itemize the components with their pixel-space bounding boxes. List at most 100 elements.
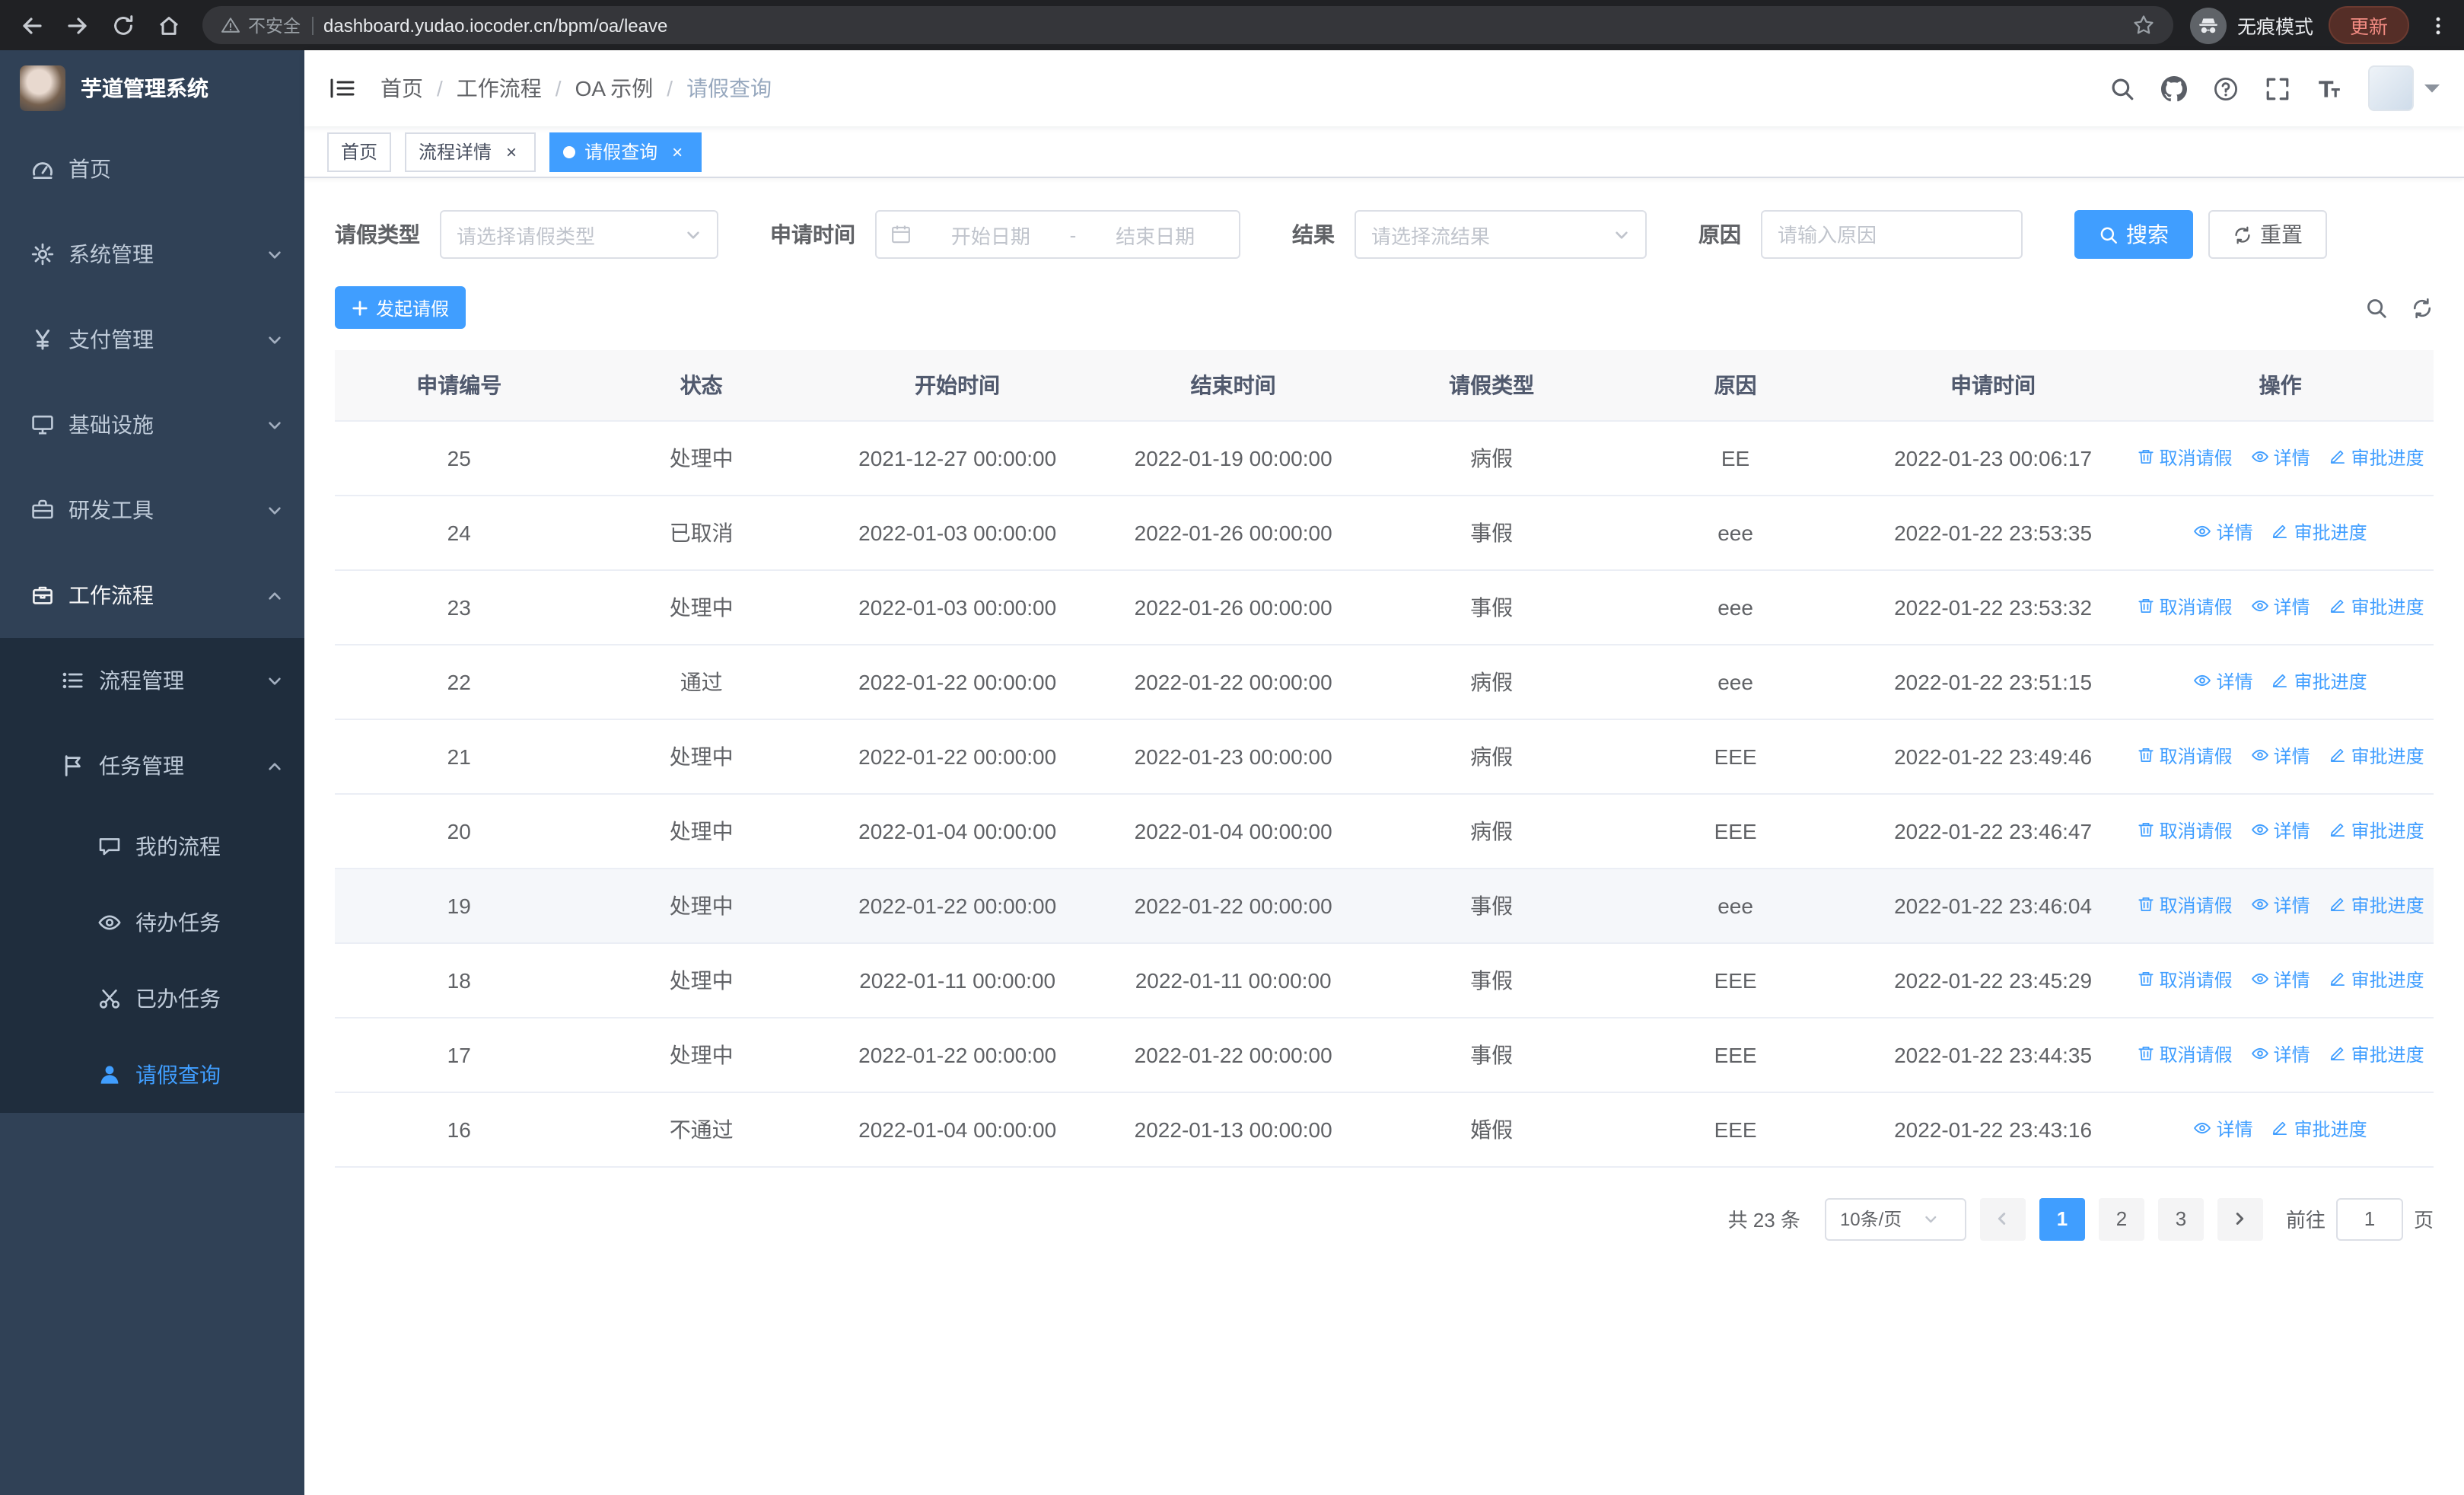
column-header: 开始时间 bbox=[819, 350, 1096, 421]
help-icon[interactable] bbox=[2213, 75, 2239, 101]
detail-link[interactable]: 详情 bbox=[2251, 594, 2310, 620]
tab-leave-query[interactable]: 请假查询 × bbox=[549, 132, 702, 171]
detail-link[interactable]: 详情 bbox=[2251, 1041, 2310, 1067]
cancel-leave-link[interactable]: 取消请假 bbox=[2137, 743, 2233, 769]
sidebar-item-system-management[interactable]: 系统管理 bbox=[0, 212, 304, 297]
dashboard-icon bbox=[30, 157, 55, 181]
action-label: 取消请假 bbox=[2159, 745, 2233, 767]
detail-link[interactable]: 详情 bbox=[2194, 519, 2253, 545]
breadcrumb-item[interactable]: 首页 bbox=[380, 73, 423, 104]
approval-progress-link[interactable]: 审批进度 bbox=[2329, 594, 2424, 620]
security-warning[interactable]: 不安全 bbox=[221, 13, 301, 37]
sidebar-item-dev-tools[interactable]: 研发工具 bbox=[0, 467, 304, 553]
chevron-down-icon bbox=[266, 246, 283, 263]
approval-progress-link[interactable]: 审批进度 bbox=[2329, 967, 2424, 993]
create-leave-button[interactable]: 发起请假 bbox=[335, 286, 466, 329]
close-icon[interactable]: × bbox=[667, 141, 688, 162]
approval-progress-link[interactable]: 审批进度 bbox=[2271, 668, 2367, 694]
home-icon[interactable] bbox=[149, 5, 189, 45]
refresh-table-icon[interactable] bbox=[2411, 296, 2434, 319]
reload-icon[interactable] bbox=[103, 5, 143, 45]
sidebar-item-process-management[interactable]: 流程管理 bbox=[0, 638, 304, 723]
chevron-down-icon bbox=[1613, 226, 1630, 243]
search-button[interactable]: 搜索 bbox=[2074, 210, 2193, 259]
approval-progress-link[interactable]: 审批进度 bbox=[2271, 519, 2367, 545]
reason-input[interactable] bbox=[1761, 210, 2023, 259]
cancel-leave-link[interactable]: 取消请假 bbox=[2137, 818, 2233, 843]
action-label: 审批进度 bbox=[2351, 894, 2424, 916]
close-icon[interactable]: × bbox=[501, 141, 522, 162]
leave-table: 申请编号 状态 开始时间 结束时间 请假类型 原因 申请时间 操作 25 处理中 2021-12-… bbox=[335, 350, 2434, 1167]
goto-unit: 页 bbox=[2413, 1209, 2434, 1232]
sidebar-toggle-icon[interactable] bbox=[329, 75, 356, 102]
cell-type: 事假 bbox=[1370, 942, 1612, 1018]
next-page-button[interactable] bbox=[2217, 1197, 2263, 1240]
github-icon[interactable] bbox=[2161, 75, 2187, 101]
result-select[interactable]: 请选择流结果 bbox=[1355, 210, 1647, 259]
sidebar-item-my-processes[interactable]: 我的流程 bbox=[0, 808, 304, 885]
cancel-leave-link[interactable]: 取消请假 bbox=[2137, 445, 2233, 470]
sidebar-item-label: 研发工具 bbox=[68, 498, 154, 522]
breadcrumb-item[interactable]: 工作流程 bbox=[457, 73, 542, 104]
bookmark-star-icon[interactable] bbox=[2132, 14, 2155, 37]
cancel-leave-link[interactable]: 取消请假 bbox=[2137, 594, 2233, 620]
chevron-left-icon bbox=[1994, 1210, 2011, 1227]
sidebar-item-home[interactable]: 首页 bbox=[0, 126, 304, 212]
cell-actions: 取消请假 详情 审批进度 bbox=[2127, 569, 2434, 645]
toggle-search-icon[interactable] bbox=[2365, 296, 2388, 319]
user-menu[interactable] bbox=[2368, 65, 2440, 111]
approval-progress-link[interactable]: 审批进度 bbox=[2271, 1116, 2367, 1142]
detail-link[interactable]: 详情 bbox=[2194, 1116, 2253, 1142]
result-label: 结果 bbox=[1292, 222, 1335, 247]
logo[interactable]: 芋道管理系统 bbox=[0, 50, 304, 126]
approval-progress-link[interactable]: 审批进度 bbox=[2329, 445, 2424, 470]
sidebar-item-payment-management[interactable]: 支付管理 bbox=[0, 297, 304, 382]
reset-button[interactable]: 重置 bbox=[2208, 210, 2327, 259]
refresh-icon bbox=[2233, 225, 2252, 244]
cancel-leave-link[interactable]: 取消请假 bbox=[2137, 967, 2233, 993]
font-size-icon[interactable] bbox=[2316, 75, 2342, 101]
sidebar-item-done-tasks[interactable]: 已办任务 bbox=[0, 961, 304, 1037]
approval-progress-link[interactable]: 审批进度 bbox=[2329, 892, 2424, 918]
sidebar-item-todo-tasks[interactable]: 待办任务 bbox=[0, 885, 304, 961]
prev-page-button[interactable] bbox=[1979, 1197, 2026, 1240]
tab-home[interactable]: 首页 bbox=[327, 132, 392, 171]
edit-icon bbox=[2329, 747, 2347, 765]
cell-start: 2022-01-03 00:00:00 bbox=[819, 569, 1096, 645]
approval-progress-link[interactable]: 审批进度 bbox=[2329, 1041, 2424, 1067]
browser-menu-icon[interactable] bbox=[2424, 5, 2452, 45]
page-size-select[interactable]: 10条/页 bbox=[1824, 1197, 1966, 1240]
goto-page-input[interactable] bbox=[2335, 1197, 2403, 1240]
detail-link[interactable]: 详情 bbox=[2251, 892, 2310, 918]
back-icon[interactable] bbox=[12, 5, 52, 45]
update-button[interactable]: 更新 bbox=[2328, 6, 2409, 44]
sidebar-item-infrastructure[interactable]: 基础设施 bbox=[0, 382, 304, 467]
detail-link[interactable]: 详情 bbox=[2251, 445, 2310, 470]
cell-reason: eee bbox=[1612, 569, 1859, 645]
search-icon[interactable] bbox=[2109, 75, 2135, 101]
approval-progress-link[interactable]: 审批进度 bbox=[2329, 743, 2424, 769]
detail-link[interactable]: 详情 bbox=[2251, 967, 2310, 993]
detail-link[interactable]: 详情 bbox=[2194, 668, 2253, 694]
cancel-leave-link[interactable]: 取消请假 bbox=[2137, 1041, 2233, 1067]
tab-process-detail[interactable]: 流程详情 × bbox=[405, 132, 536, 171]
fullscreen-icon[interactable] bbox=[2265, 75, 2291, 101]
url-bar[interactable]: 不安全 dashboard.yudao.iocoder.cn/bpm/oa/le… bbox=[202, 6, 2173, 44]
date-range-picker[interactable]: 开始日期 - 结束日期 bbox=[875, 210, 1240, 259]
page-button-3[interactable]: 3 bbox=[2157, 1197, 2204, 1240]
sidebar-item-task-management[interactable]: 任务管理 bbox=[0, 723, 304, 808]
cancel-leave-link[interactable]: 取消请假 bbox=[2137, 892, 2233, 918]
table-row: 24 已取消 2022-01-03 00:00:00 2022-01-26 00:00… bbox=[335, 495, 2434, 570]
sidebar-item-leave-query[interactable]: 请假查询 bbox=[0, 1037, 304, 1113]
breadcrumb-item[interactable]: OA 示例 bbox=[575, 73, 654, 104]
leave-type-select[interactable]: 请选择请假类型 bbox=[440, 210, 718, 259]
forward-icon[interactable] bbox=[58, 5, 97, 45]
apply-time-label: 申请时间 bbox=[770, 222, 855, 247]
page-button-2[interactable]: 2 bbox=[2098, 1197, 2144, 1240]
sidebar-item-workflow[interactable]: 工作流程 bbox=[0, 553, 304, 638]
approval-progress-link[interactable]: 审批进度 bbox=[2329, 818, 2424, 843]
breadcrumb-separator: / bbox=[437, 76, 443, 100]
detail-link[interactable]: 详情 bbox=[2251, 818, 2310, 843]
detail-link[interactable]: 详情 bbox=[2251, 743, 2310, 769]
page-button-1[interactable]: 1 bbox=[2039, 1197, 2085, 1240]
